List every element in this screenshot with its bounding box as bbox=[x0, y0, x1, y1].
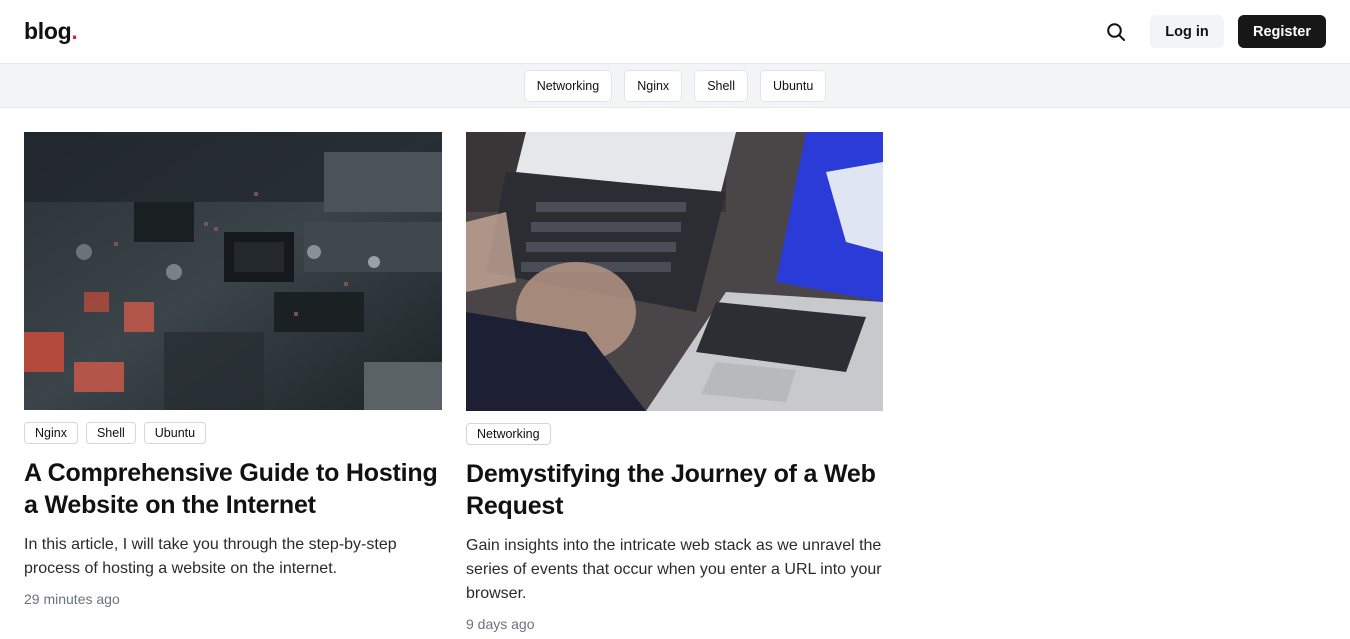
post-thumbnail[interactable] bbox=[466, 132, 883, 411]
post-card: Networking Demystifying the Journey of a… bbox=[466, 132, 883, 632]
site-header: blog. Log in Register bbox=[0, 0, 1350, 64]
tag-ubuntu[interactable]: Ubuntu bbox=[759, 69, 827, 102]
register-button[interactable]: Register bbox=[1238, 15, 1326, 48]
post-tag-shell[interactable]: Shell bbox=[85, 422, 136, 444]
header-actions: Log in Register bbox=[1098, 14, 1326, 50]
laptops-photo-icon bbox=[466, 132, 883, 411]
post-description: In this article, I will take you through… bbox=[24, 536, 397, 577]
post-timestamp: 29 minutes ago bbox=[24, 591, 120, 607]
login-button[interactable]: Log in bbox=[1150, 15, 1224, 48]
post-tags: Networking bbox=[466, 423, 883, 445]
tag-networking[interactable]: Networking bbox=[523, 69, 613, 102]
tag-nginx[interactable]: Nginx bbox=[624, 69, 683, 102]
post-tag-networking[interactable]: Networking bbox=[466, 423, 551, 445]
post-title[interactable]: A Comprehensive Guide to Hosting a Websi… bbox=[24, 457, 442, 521]
logo-text: blog bbox=[24, 18, 72, 44]
search-button[interactable] bbox=[1098, 14, 1134, 50]
search-icon bbox=[1107, 22, 1125, 41]
post-thumbnail[interactable] bbox=[24, 132, 442, 410]
tag-filter-bar: Networking Nginx Shell Ubuntu bbox=[0, 64, 1350, 108]
post-card: Nginx Shell Ubuntu A Comprehensive Guide… bbox=[24, 132, 442, 632]
post-title[interactable]: Demystifying the Journey of a Web Reques… bbox=[466, 458, 883, 522]
post-tag-nginx[interactable]: Nginx bbox=[24, 422, 78, 444]
circuit-board-photo-icon bbox=[24, 132, 442, 410]
logo-dot: . bbox=[71, 18, 78, 44]
post-timestamp: 9 days ago bbox=[466, 616, 535, 632]
post-tags: Nginx Shell Ubuntu bbox=[24, 422, 442, 444]
tag-shell[interactable]: Shell bbox=[694, 69, 748, 102]
post-tag-ubuntu[interactable]: Ubuntu bbox=[143, 422, 207, 444]
post-description: Gain insights into the intricate web sta… bbox=[466, 537, 882, 602]
site-logo[interactable]: blog. bbox=[24, 18, 78, 45]
post-list: Nginx Shell Ubuntu A Comprehensive Guide… bbox=[0, 108, 1350, 632]
